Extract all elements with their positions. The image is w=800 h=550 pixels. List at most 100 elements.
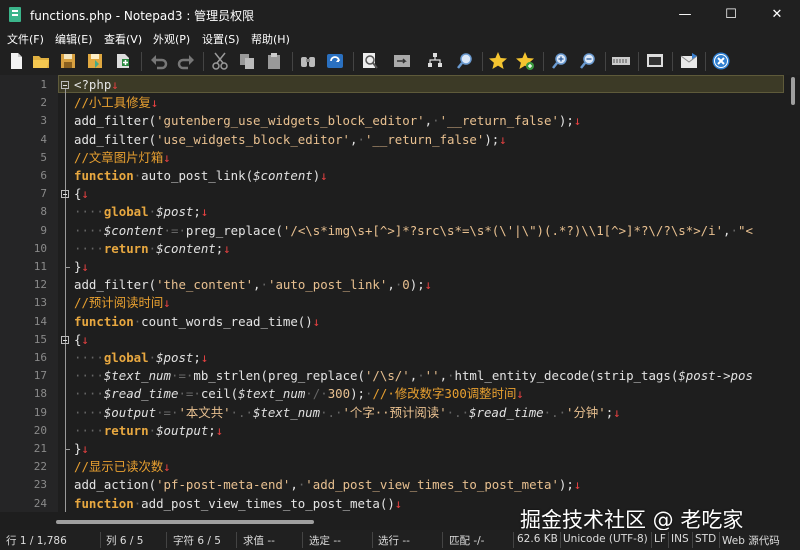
code-line[interactable]: add_filter('use_widgets_block_editor',·'… [74, 131, 507, 149]
menu-help[interactable]: 帮助(H) [251, 31, 290, 47]
toolbar-separator [203, 52, 204, 71]
code-token: ···· [74, 350, 104, 365]
notepad3-app-icon [9, 7, 21, 22]
zoom-in-icon[interactable] [550, 51, 570, 71]
code-line[interactable]: ····global·$post;↓ [74, 349, 208, 367]
status-std[interactable]: STD [695, 533, 716, 545]
editor-pane[interactable]: 1 2 3 4 5 6 7 8 9 10 11 12 13 14 15 16 17 18 19 20 21 22 23 24 … [0, 75, 800, 522]
code-token: ·=· [156, 404, 179, 420]
code-line[interactable]: }↓ [74, 440, 89, 458]
eol-marker: ↓ [394, 495, 403, 511]
menu-edit[interactable]: 编辑(E) [55, 31, 93, 47]
horizontal-scroll-thumb[interactable] [56, 520, 314, 524]
close-button[interactable]: ✕ [754, 0, 800, 30]
code-token: ·.· [230, 404, 253, 420]
undo-icon[interactable] [149, 51, 169, 71]
code-token: ); [558, 113, 574, 129]
code-line[interactable]: //文章图片灯箱↓ [74, 149, 171, 167]
code-token: $text_num [252, 404, 321, 420]
status-lexer[interactable]: Web 源代码 [722, 533, 780, 548]
send-icon[interactable] [679, 51, 699, 71]
code-token: , [723, 222, 731, 238]
code-line[interactable]: function·add_post_view_times_to_post_met… [74, 495, 402, 512]
status-insert-mode[interactable]: INS [671, 533, 689, 545]
code-line[interactable]: ····$output·=·'本文共'·.·$text_num·.·'个字··预… [74, 404, 621, 422]
save-copy-icon[interactable] [113, 51, 133, 71]
open-folder-icon[interactable] [31, 51, 51, 71]
code-line[interactable]: ····$content·=·preg_replace('/<\s*img\s+… [74, 222, 753, 240]
fold-toggle-icon[interactable] [61, 190, 69, 199]
code-area[interactable]: <?php↓//小工具修复↓ add_filter('gutenberg_use_… [74, 75, 786, 512]
new-file-icon[interactable] [6, 51, 26, 71]
fold-toggle-icon[interactable] [61, 81, 69, 89]
code-line[interactable]: function·count_words_read_time()↓ [74, 313, 320, 331]
replace-icon[interactable] [325, 51, 345, 71]
code-token: $content [253, 168, 313, 183]
line-number: 19 [33, 405, 47, 419]
status-encoding[interactable]: Unicode (UTF-8) [563, 533, 648, 545]
close-file-icon[interactable] [711, 51, 731, 71]
code-line[interactable]: ····global·$post;↓ [74, 203, 208, 221]
code-line[interactable]: //预计阅读时间↓ [74, 294, 171, 312]
fold-end-marker [65, 449, 70, 450]
redo-icon[interactable] [176, 51, 196, 71]
eol-marker: ↓ [424, 277, 433, 293]
screen-icon[interactable] [645, 51, 665, 71]
code-line[interactable]: //小工具修复↓ [74, 94, 158, 112]
maximize-button[interactable]: ☐ [708, 0, 754, 30]
paste-icon[interactable] [264, 51, 284, 71]
code-line[interactable]: add_filter('the_content',·'auto_post_lin… [74, 276, 432, 294]
word-wrap-icon[interactable] [392, 51, 412, 71]
code-line[interactable]: ····$read_time·=·ceil($text_num·/·300);·… [74, 385, 524, 403]
code-line[interactable]: {↓ [74, 331, 89, 349]
code-line[interactable]: add_action('pf-post-meta-end',·'add_post… [74, 476, 581, 494]
code-token: ·.· [543, 404, 567, 420]
zoom-icon[interactable] [455, 51, 475, 71]
toolbar-separator [353, 52, 354, 71]
toolbar-separator [672, 52, 673, 71]
status-separator [372, 532, 373, 548]
zoom-out-icon[interactable] [578, 51, 598, 71]
menu-appearance[interactable]: 外观(P) [153, 31, 190, 47]
code-token: ·.· [446, 404, 470, 420]
code-line[interactable]: add_filter('gutenberg_use_widgets_block_… [74, 112, 581, 130]
menu-settings[interactable]: 设置(S) [202, 31, 240, 47]
encoding-icon[interactable] [611, 51, 631, 71]
status-eol[interactable]: LF [654, 533, 666, 545]
eol-marker: ↓ [163, 459, 171, 475]
favorite-icon[interactable] [488, 51, 508, 71]
vertical-scroll-thumb[interactable] [791, 77, 795, 105]
copy-icon[interactable] [237, 51, 257, 71]
scheme-icon[interactable] [425, 51, 445, 71]
code-token: , [290, 477, 298, 493]
code-line[interactable]: ····$text_num·=·mb_strlen(preg_replace('… [74, 367, 753, 385]
code-token: "< [737, 222, 753, 238]
code-token: global [103, 204, 149, 220]
find-in-files-icon[interactable] [360, 51, 380, 71]
menu-file[interactable]: 文件(F) [7, 31, 44, 47]
code-token: //显示已读次数 [74, 459, 164, 475]
code-line[interactable]: function·auto_post_link($content)↓ [74, 167, 328, 185]
code-line[interactable]: {↓ [74, 185, 89, 203]
code-token: //文章图片灯箱 [74, 149, 164, 165]
vertical-scrollbar[interactable] [786, 75, 800, 512]
fold-toggle-icon[interactable] [61, 335, 69, 344]
minimize-button[interactable]: — [662, 0, 708, 30]
save-as-icon[interactable] [85, 51, 105, 71]
code-token: <?php [74, 77, 112, 92]
cut-icon[interactable] [210, 51, 230, 71]
code-token: ·=· [178, 386, 201, 402]
add-favorite-icon[interactable] [515, 51, 535, 71]
code-token: 'auto_post_link' [267, 277, 388, 293]
find-icon[interactable] [298, 51, 318, 71]
code-line[interactable]: //显示已读次数↓ [74, 458, 171, 476]
save-icon[interactable] [58, 51, 78, 71]
menu-view[interactable]: 查看(V) [104, 31, 142, 47]
code-line[interactable]: <?php↓ [74, 76, 119, 94]
code-token: · [357, 131, 365, 147]
code-line[interactable]: ····return·$content;↓ [74, 240, 231, 258]
code-token: $output [156, 422, 209, 438]
code-line[interactable]: }↓ [74, 258, 89, 276]
code-line[interactable]: ····return·$output;↓ [74, 422, 223, 440]
code-token: · [417, 368, 425, 384]
